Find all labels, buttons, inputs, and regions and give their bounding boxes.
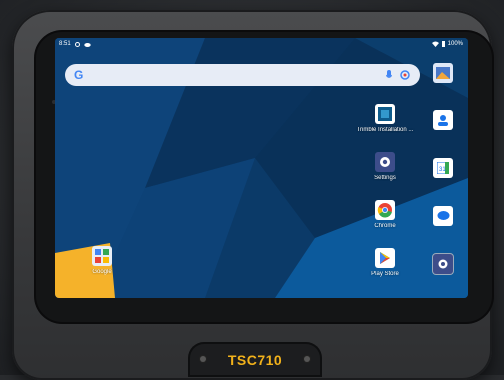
gallery-icon[interactable] — [433, 63, 453, 83]
model-label: TSC710 — [227, 352, 283, 368]
app-label: Play Store — [371, 271, 399, 277]
clock: 8:51 — [59, 41, 71, 47]
search-bar[interactable]: G — [65, 64, 420, 86]
gear-icon — [375, 152, 395, 172]
cloud-icon — [83, 42, 91, 47]
app-settings[interactable]: Settings — [355, 152, 415, 181]
app-label: Trimble Installation ... — [356, 127, 414, 133]
contacts-icon[interactable] — [433, 110, 453, 130]
svg-text:31: 31 — [439, 167, 446, 173]
messages-icon[interactable] — [433, 206, 453, 226]
home-screen: 8:51 100% G Trimble Installation ... Set… — [55, 38, 468, 298]
chrome-icon — [375, 200, 395, 220]
calendar-icon[interactable]: 31 — [433, 158, 453, 178]
app-label: Settings — [374, 175, 396, 181]
brand-plate: TSC710 — [190, 344, 320, 375]
google-logo: G — [74, 68, 84, 82]
google-folder-icon — [92, 246, 112, 266]
lens-icon[interactable] — [399, 69, 411, 81]
app-trimble[interactable]: Trimble Installation ... — [355, 104, 415, 133]
battery-percent: 100% — [447, 41, 463, 47]
app-playstore[interactable]: Play Store — [355, 248, 415, 277]
sync-icon — [74, 41, 80, 47]
app-label: Google — [92, 269, 112, 275]
status-bar: 8:51 100% — [55, 38, 468, 52]
app-chrome[interactable]: Chrome — [355, 200, 415, 229]
trimble-installation-icon — [375, 104, 395, 124]
app-google-folder[interactable]: Google — [72, 246, 132, 275]
battery-icon — [441, 41, 445, 47]
play-store-icon — [375, 248, 395, 268]
settings-icon[interactable] — [433, 254, 453, 274]
mic-icon[interactable] — [386, 70, 392, 80]
app-label: Chrome — [374, 223, 396, 229]
wifi-icon — [431, 41, 439, 47]
